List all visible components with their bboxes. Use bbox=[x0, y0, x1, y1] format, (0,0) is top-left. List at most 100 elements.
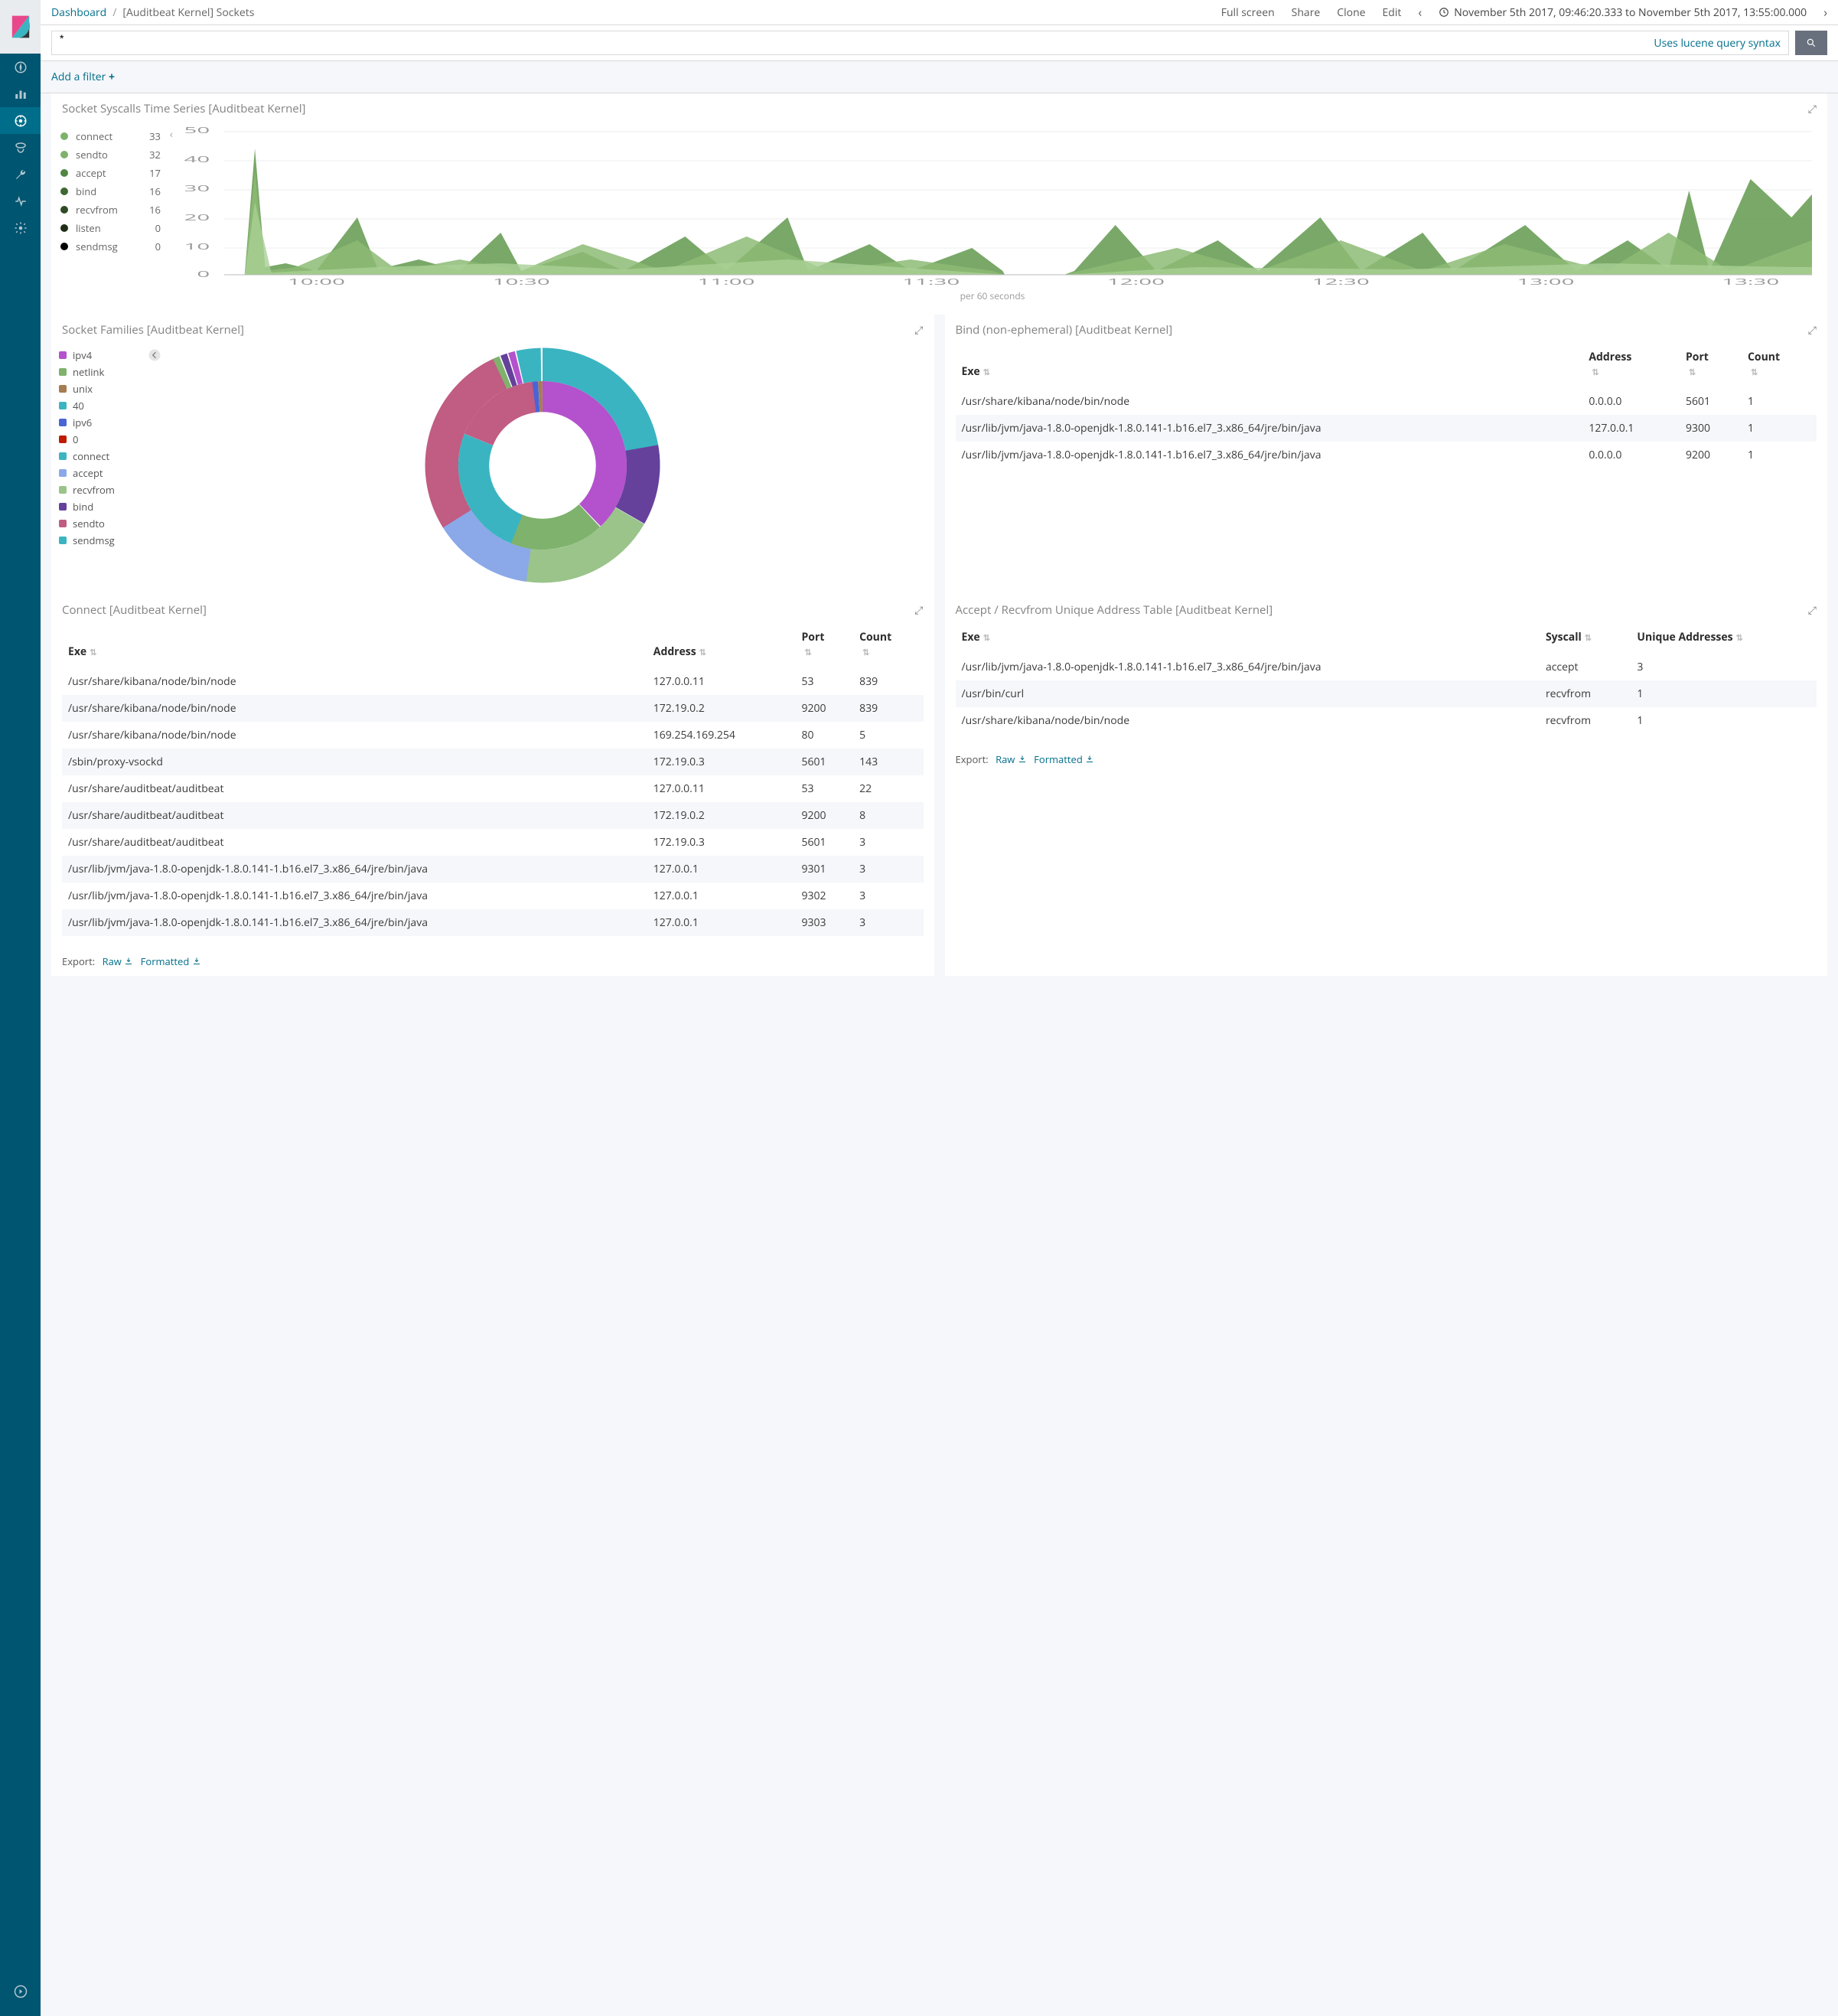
col-exe[interactable]: Exe⇅ bbox=[62, 622, 647, 668]
table-cell: /usr/lib/jvm/java-1.8.0-openjdk-1.8.0.14… bbox=[62, 882, 647, 909]
table-row[interactable]: /usr/lib/jvm/java-1.8.0-openjdk-1.8.0.14… bbox=[62, 882, 924, 909]
table-row[interactable]: /usr/lib/jvm/java-1.8.0-openjdk-1.8.0.14… bbox=[956, 654, 1817, 680]
col-count[interactable]: Count⇅ bbox=[853, 622, 923, 668]
download-icon bbox=[124, 954, 133, 968]
nav-management-icon[interactable] bbox=[0, 214, 41, 241]
table-row[interactable]: /usr/lib/jvm/java-1.8.0-openjdk-1.8.0.14… bbox=[956, 442, 1817, 468]
table-row[interactable]: /usr/lib/jvm/java-1.8.0-openjdk-1.8.0.14… bbox=[62, 856, 924, 882]
table-row[interactable]: /usr/lib/jvm/java-1.8.0-openjdk-1.8.0.14… bbox=[62, 909, 924, 936]
query-input[interactable] bbox=[60, 32, 1092, 44]
legend-collapse-icon[interactable]: ‹ bbox=[170, 127, 173, 142]
add-filter-button[interactable]: Add a filter + bbox=[51, 70, 115, 84]
legend-label: sendmsg bbox=[73, 533, 115, 547]
export-formatted-link[interactable]: Formatted bbox=[141, 954, 201, 968]
expand-icon[interactable]: ⤢ bbox=[1808, 323, 1817, 338]
nav-timelion-icon[interactable] bbox=[0, 134, 41, 161]
donut-chart[interactable] bbox=[158, 347, 927, 584]
nav-monitoring-icon[interactable] bbox=[0, 188, 41, 214]
table-cell: 127.0.0.11 bbox=[647, 668, 796, 695]
clone-button[interactable]: Clone bbox=[1337, 5, 1365, 20]
table-row[interactable]: /usr/share/kibana/node/bin/node0.0.0.056… bbox=[956, 388, 1817, 415]
legend-item[interactable]: 0 bbox=[59, 431, 158, 448]
expand-icon[interactable]: ⤢ bbox=[914, 323, 923, 338]
legend-item[interactable]: 40 bbox=[59, 397, 158, 414]
nav-discover-icon[interactable] bbox=[0, 54, 41, 80]
nav-dashboard-icon[interactable] bbox=[0, 107, 41, 134]
table-cell: 839 bbox=[853, 695, 923, 722]
legend-label: connect bbox=[76, 129, 149, 143]
search-button[interactable] bbox=[1795, 31, 1827, 55]
panel-title: Socket Families [Auditbeat Kernel] bbox=[62, 322, 244, 338]
table-row[interactable]: /sbin/proxy-vsockd172.19.0.35601143 bbox=[62, 749, 924, 775]
legend-item[interactable]: bind bbox=[59, 498, 158, 515]
export-raw-link[interactable]: Raw bbox=[103, 954, 134, 968]
panel-title: Socket Syscalls Time Series [Auditbeat K… bbox=[62, 101, 305, 116]
table-row[interactable]: /usr/share/auditbeat/auditbeat172.19.0.2… bbox=[62, 802, 924, 829]
col-unique[interactable]: Unique Addresses⇅ bbox=[1631, 622, 1817, 654]
table-cell: accept bbox=[1540, 654, 1631, 680]
table-cell: 1 bbox=[1742, 415, 1817, 442]
time-range-picker[interactable]: November 5th 2017, 09:46:20.333 to Novem… bbox=[1439, 5, 1807, 20]
nav-visualize-icon[interactable] bbox=[0, 80, 41, 107]
col-syscall[interactable]: Syscall⇅ bbox=[1540, 622, 1631, 654]
legend-item[interactable]: accept bbox=[59, 465, 158, 481]
table-row[interactable]: /usr/share/kibana/node/bin/node172.19.0.… bbox=[62, 695, 924, 722]
legend-item[interactable]: recvfrom bbox=[59, 481, 158, 498]
legend-item[interactable]: bind16 bbox=[60, 182, 161, 201]
col-port[interactable]: Port⇅ bbox=[1680, 342, 1742, 388]
legend-item[interactable]: ipv4 bbox=[59, 347, 158, 364]
col-port[interactable]: Port⇅ bbox=[796, 622, 854, 668]
share-button[interactable]: Share bbox=[1292, 5, 1321, 20]
legend-swatch bbox=[59, 435, 67, 443]
col-address[interactable]: Address⇅ bbox=[1582, 342, 1680, 388]
edit-button[interactable]: Edit bbox=[1383, 5, 1402, 20]
table-row[interactable]: /usr/share/kibana/node/bin/node169.254.1… bbox=[62, 722, 924, 749]
table-row[interactable]: /usr/share/auditbeat/auditbeat127.0.0.11… bbox=[62, 775, 924, 802]
legend-item[interactable]: recvfrom16 bbox=[60, 201, 161, 219]
legend-item[interactable]: accept17 bbox=[60, 164, 161, 182]
full-screen-button[interactable]: Full screen bbox=[1221, 5, 1275, 20]
legend-label: recvfrom bbox=[73, 483, 115, 497]
kibana-logo[interactable] bbox=[0, 0, 41, 54]
timeseries-legend: ‹ connect33sendto32accept17bind16recvfro… bbox=[51, 122, 170, 307]
legend-item[interactable]: sendmsg0 bbox=[60, 237, 161, 256]
expand-icon[interactable]: ⤢ bbox=[1808, 603, 1817, 618]
export-formatted-link[interactable]: Formatted bbox=[1034, 752, 1094, 766]
legend-item[interactable]: netlink bbox=[59, 364, 158, 380]
legend-item[interactable]: ipv6 bbox=[59, 414, 158, 431]
legend-collapse-icon[interactable] bbox=[148, 348, 161, 365]
query-help-link[interactable]: Uses lucene query syntax bbox=[1654, 36, 1781, 51]
legend-item[interactable]: unix bbox=[59, 380, 158, 397]
timeseries-chart[interactable]: 50 40 30 20 10 0 bbox=[170, 122, 1827, 307]
time-next-icon[interactable]: › bbox=[1823, 4, 1827, 21]
legend-item[interactable]: sendto bbox=[59, 515, 158, 532]
table-row[interactable]: /usr/lib/jvm/java-1.8.0-openjdk-1.8.0.14… bbox=[956, 415, 1817, 442]
col-exe[interactable]: Exe⇅ bbox=[956, 622, 1540, 654]
table-row[interactable]: /usr/share/kibana/node/bin/noderecvfrom1 bbox=[956, 707, 1817, 734]
legend-label: unix bbox=[73, 382, 93, 396]
legend-item[interactable]: connect bbox=[59, 448, 158, 465]
legend-swatch bbox=[59, 351, 67, 359]
table-cell: 172.19.0.2 bbox=[647, 802, 796, 829]
legend-item[interactable]: connect33 bbox=[60, 127, 161, 145]
table-cell: 5601 bbox=[796, 749, 854, 775]
table-row[interactable]: /usr/bin/curlrecvfrom1 bbox=[956, 680, 1817, 707]
breadcrumb-root[interactable]: Dashboard bbox=[51, 5, 106, 20]
table-row[interactable]: /usr/share/auditbeat/auditbeat172.19.0.3… bbox=[62, 829, 924, 856]
time-prev-icon[interactable]: ‹ bbox=[1418, 4, 1422, 21]
nav-devtools-icon[interactable] bbox=[0, 161, 41, 188]
col-exe[interactable]: Exe⇅ bbox=[956, 342, 1583, 388]
legend-item[interactable]: sendto32 bbox=[60, 145, 161, 164]
table-row[interactable]: /usr/share/kibana/node/bin/node127.0.0.1… bbox=[62, 668, 924, 695]
col-address[interactable]: Address⇅ bbox=[647, 622, 796, 668]
export-raw-link[interactable]: Raw bbox=[996, 752, 1027, 766]
expand-icon[interactable]: ⤢ bbox=[914, 603, 923, 618]
table-cell: 9300 bbox=[1680, 415, 1742, 442]
nav-collapse-icon[interactable] bbox=[0, 1978, 41, 2005]
legend-swatch bbox=[60, 151, 68, 158]
expand-icon[interactable]: ⤢ bbox=[1808, 102, 1817, 116]
col-count[interactable]: Count⇅ bbox=[1742, 342, 1817, 388]
table-cell: 1 bbox=[1631, 707, 1817, 734]
legend-item[interactable]: sendmsg bbox=[59, 532, 158, 549]
legend-item[interactable]: listen0 bbox=[60, 219, 161, 237]
